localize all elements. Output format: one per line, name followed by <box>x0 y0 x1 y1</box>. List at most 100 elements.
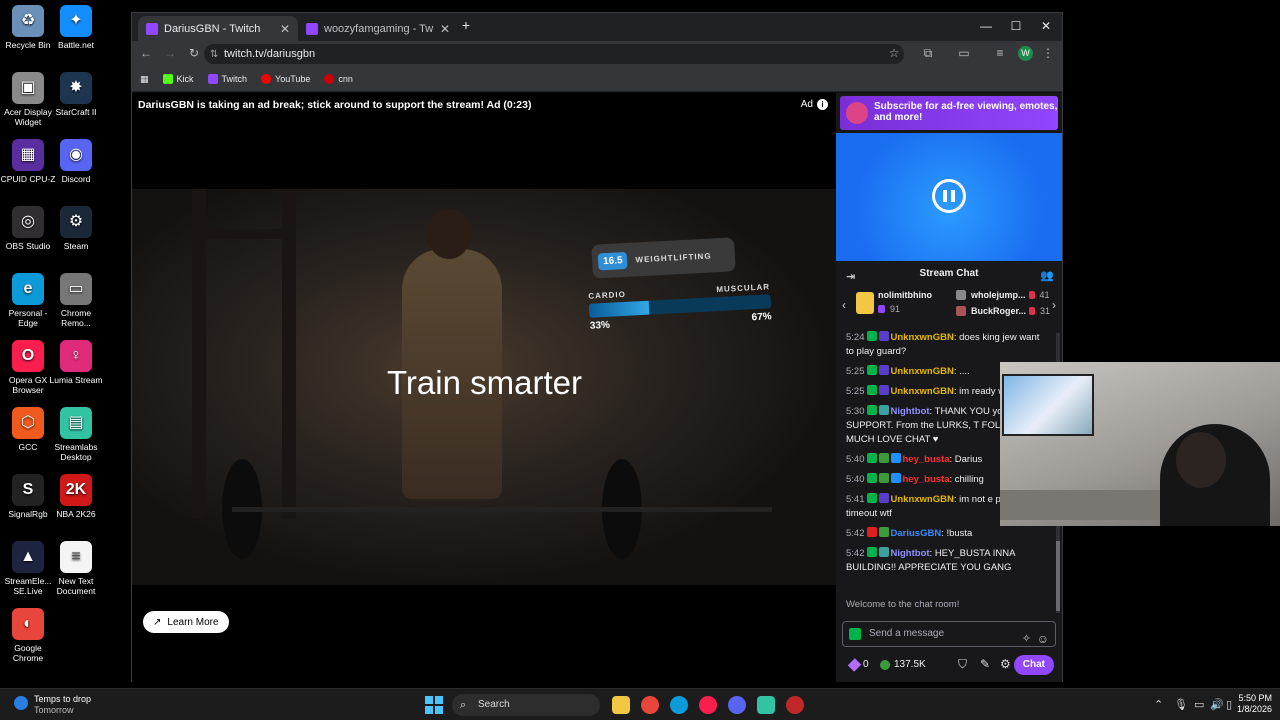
chrome-taskbar-icon[interactable] <box>641 696 659 714</box>
close-window-button[interactable]: ✕ <box>1036 19 1056 33</box>
weather-widget[interactable]: Temps to drop Tomorrow <box>14 694 91 716</box>
shield-icon[interactable]: ⛉ <box>958 657 967 672</box>
chat-badge-icon[interactable] <box>878 385 889 395</box>
effects-icon[interactable]: ✧ <box>1022 627 1031 651</box>
chat-badge-icon[interactable] <box>866 527 877 537</box>
chat-badge-icon[interactable] <box>866 473 877 483</box>
desktop-icon[interactable]: ✦ Battle.net <box>48 5 104 50</box>
chat-send-button[interactable]: Chat <box>1013 655 1054 675</box>
chat-badge-icon[interactable] <box>890 473 901 483</box>
chat-badge-icon[interactable] <box>878 331 889 341</box>
bookmark-cnn[interactable]: cnn <box>324 74 353 84</box>
leader-1[interactable]: nolimitbhino <box>878 290 932 300</box>
apps-icon[interactable]: ▦ <box>140 74 149 85</box>
reload-button[interactable]: ↻ <box>186 46 202 60</box>
chat-badge-icon[interactable] <box>866 405 877 415</box>
bookmark-kick[interactable]: Kick <box>162 74 194 84</box>
settings-icon[interactable]: ⚙ <box>1000 657 1011 671</box>
site-info-icon[interactable]: ⇅ <box>210 49 218 60</box>
start-button[interactable] <box>425 696 443 714</box>
info-icon[interactable]: i <box>817 99 828 110</box>
chat-badge-icon[interactable] <box>866 547 877 557</box>
chat-identity-icon[interactable] <box>849 628 861 640</box>
users-icon[interactable]: 👥 <box>1040 265 1054 287</box>
bits-button[interactable]: 0 <box>847 657 869 672</box>
leaderboard-prev-arrow[interactable]: ‹ <box>842 298 846 312</box>
discord-taskbar-icon[interactable] <box>728 696 746 714</box>
desktop-icon[interactable]: ▭ Chrome Remo... <box>48 273 104 328</box>
chat-username[interactable]: hey_busta <box>903 454 950 465</box>
desktop-icon[interactable]: ≡ New Text Document <box>48 541 104 596</box>
edge-taskbar-icon[interactable] <box>670 696 688 714</box>
ad-badge[interactable]: Ad i <box>801 99 828 110</box>
chat-badge-icon[interactable] <box>878 365 889 375</box>
bookmark-twitch[interactable]: Twitch <box>207 74 247 84</box>
network-icon[interactable]: ▭ <box>1194 698 1204 711</box>
desktop-icon[interactable]: ♀ Lumia Stream <box>48 340 104 385</box>
desktop-icon[interactable]: ▤ Streamlabs Desktop <box>48 407 104 462</box>
chat-username[interactable]: UnknxwnGBN <box>891 494 954 505</box>
chat-username[interactable]: DariusGBN <box>891 528 942 539</box>
chat-badge-icon[interactable] <box>866 493 877 503</box>
new-tab-button[interactable]: + <box>456 17 476 33</box>
clock[interactable]: 5:50 PM 1/8/2026 <box>1237 693 1272 715</box>
chat-username[interactable]: Nightbot <box>891 548 930 559</box>
show-hidden-icons[interactable]: ⌃ <box>1154 698 1163 711</box>
file-explorer-taskbar-icon[interactable] <box>612 696 630 714</box>
subscribe-banner[interactable]: Subscribe for ad-free viewing, emotes, a… <box>840 96 1058 130</box>
tab-woozyfamgaming[interactable]: woozyfamgaming - Twitch ✕ <box>298 16 458 41</box>
desktop-icon[interactable]: ⚙ Steam <box>48 206 104 251</box>
emote-picker-icon[interactable]: ☺ <box>1037 627 1049 651</box>
pause-button[interactable] <box>932 179 966 213</box>
tab-close-icon[interactable]: ✕ <box>440 22 450 36</box>
channel-points-button[interactable]: 137.5K <box>880 659 926 670</box>
chat-badge-icon[interactable] <box>866 385 877 395</box>
tab-dariusgbn[interactable]: DariusGBN - Twitch ✕ <box>138 16 298 41</box>
taskbar-search[interactable]: ⌕ Search <box>452 694 600 716</box>
leaderboard-next-arrow[interactable]: › <box>1052 298 1056 312</box>
desktop-icon[interactable]: ◉ Discord <box>48 139 104 184</box>
chat-badge-icon[interactable] <box>878 473 889 483</box>
chat-username[interactable]: hey_busta <box>903 474 950 485</box>
chat-username[interactable]: UnknxwnGBN <box>891 366 954 377</box>
bookmark-youtube[interactable]: YouTube <box>261 74 310 84</box>
bookmark-star-icon[interactable]: ☆ <box>886 46 902 60</box>
chat-badge-icon[interactable] <box>890 453 901 463</box>
menu-icon[interactable]: ⋮ <box>1040 46 1056 60</box>
chat-username[interactable]: UnknxwnGBN <box>891 386 954 397</box>
profile-avatar[interactable]: W <box>1018 46 1033 61</box>
collapse-chat-icon[interactable]: ⇥ <box>846 266 855 288</box>
streamlabs-taskbar-icon[interactable] <box>757 696 775 714</box>
minimize-button[interactable]: — <box>976 19 996 33</box>
leader-2[interactable]: wholejump... 41 <box>956 290 1050 300</box>
video-player[interactable]: DariusGBN is taking an ad break; stick a… <box>132 93 836 682</box>
address-bar[interactable]: ⇅ twitch.tv/dariusgbn <box>204 44 904 64</box>
mini-player[interactable] <box>836 133 1062 261</box>
chat-username[interactable]: Nightbot <box>891 406 930 417</box>
desktop-icon[interactable]: ◐ Google Chrome <box>0 608 56 663</box>
opera-gx-taskbar-icon[interactable] <box>699 696 717 714</box>
chat-badge-icon[interactable] <box>878 493 889 503</box>
leader-3[interactable]: BuckRoger... 31 <box>956 306 1050 316</box>
chat-badge-icon[interactable] <box>878 405 889 415</box>
desktop-icon[interactable]: 2K NBA 2K26 <box>48 474 104 519</box>
learn-more-button[interactable]: ↗ Learn More <box>143 611 229 633</box>
app-red-taskbar-icon[interactable] <box>786 696 804 714</box>
maximize-button[interactable]: ☐ <box>1006 19 1026 33</box>
chat-scroll-thumb[interactable] <box>1056 541 1060 611</box>
pen-icon[interactable]: ✎ <box>980 657 990 671</box>
chat-badge-icon[interactable] <box>866 331 877 341</box>
desktop-icon[interactable]: ✸ StarCraft II <box>48 72 104 117</box>
battery-icon[interactable]: ▯ <box>1226 698 1232 711</box>
chat-badge-icon[interactable] <box>878 547 889 557</box>
forward-button[interactable]: → <box>162 46 178 60</box>
back-button[interactable]: ← <box>138 46 154 60</box>
chat-badge-icon[interactable] <box>866 365 877 375</box>
cast-icon[interactable]: ▭ <box>956 46 972 60</box>
volume-icon[interactable]: 🔊 <box>1210 698 1224 711</box>
extensions-icon[interactable]: ⧉ <box>920 46 936 61</box>
chat-badge-icon[interactable] <box>878 527 889 537</box>
tab-close-icon[interactable]: ✕ <box>280 22 290 36</box>
mic-icon[interactable]: 🎙 <box>1174 698 1188 711</box>
chat-username[interactable]: UnknxwnGBN <box>891 332 954 343</box>
